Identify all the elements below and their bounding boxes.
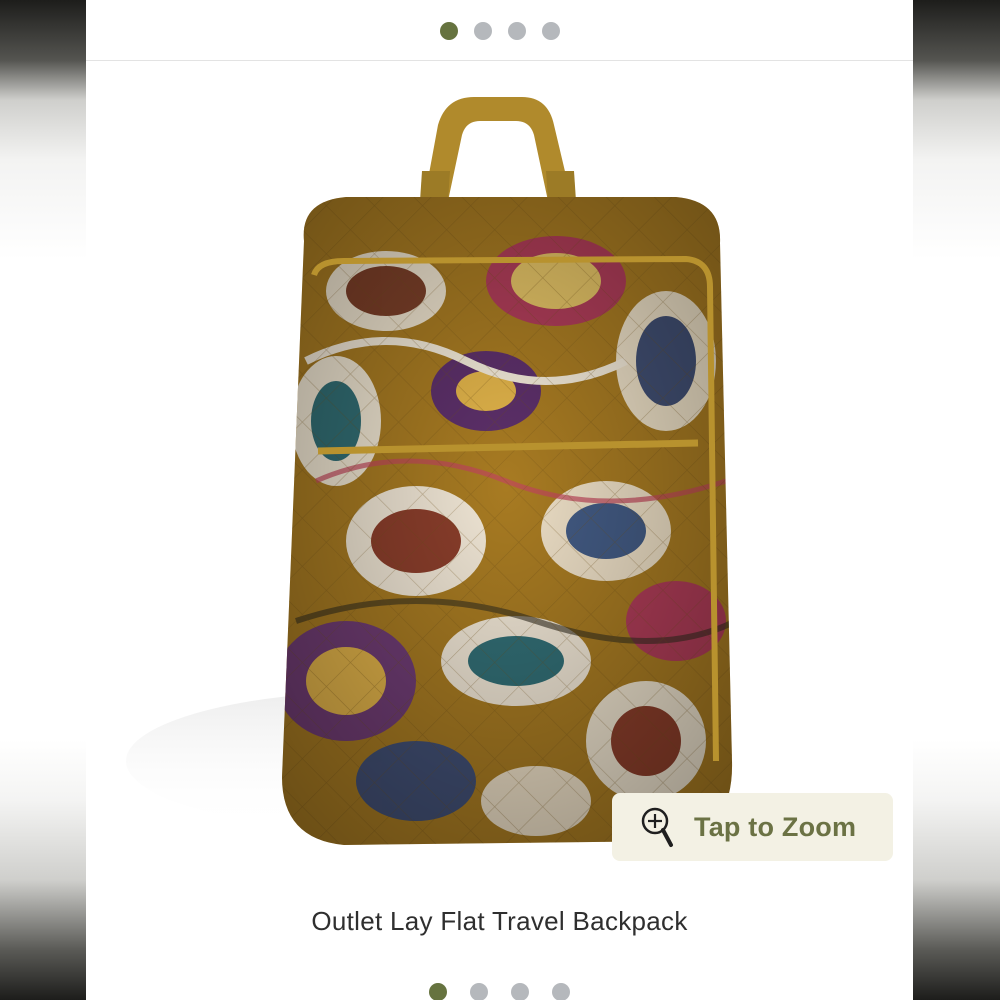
right-background-strip bbox=[913, 0, 1000, 1000]
carousel-dot-4-bottom[interactable] bbox=[552, 983, 570, 1000]
zoom-label: Tap to Zoom bbox=[694, 811, 857, 842]
product-gallery-panel: Tap to Zoom Outlet Lay Flat Travel Backp… bbox=[86, 0, 913, 1000]
tap-to-zoom-button[interactable]: Tap to Zoom bbox=[612, 793, 893, 861]
carousel-dots-bottom bbox=[86, 983, 913, 1000]
product-image[interactable] bbox=[86, 61, 913, 881]
carousel-dot-1[interactable] bbox=[439, 22, 458, 40]
carousel-dot-2[interactable] bbox=[473, 22, 492, 40]
magnifier-plus-icon bbox=[641, 807, 673, 847]
carousel-dot-1-bottom[interactable] bbox=[429, 983, 447, 1000]
carousel-dot-4[interactable] bbox=[541, 22, 560, 40]
left-background-strip bbox=[0, 0, 86, 1000]
carousel-dots-top bbox=[86, 22, 913, 40]
product-title: Outlet Lay Flat Travel Backpack bbox=[311, 906, 688, 936]
carousel-dot-2-bottom[interactable] bbox=[470, 983, 488, 1000]
carousel-dot-3[interactable] bbox=[507, 22, 526, 40]
carousel-dot-3-bottom[interactable] bbox=[511, 983, 529, 1000]
